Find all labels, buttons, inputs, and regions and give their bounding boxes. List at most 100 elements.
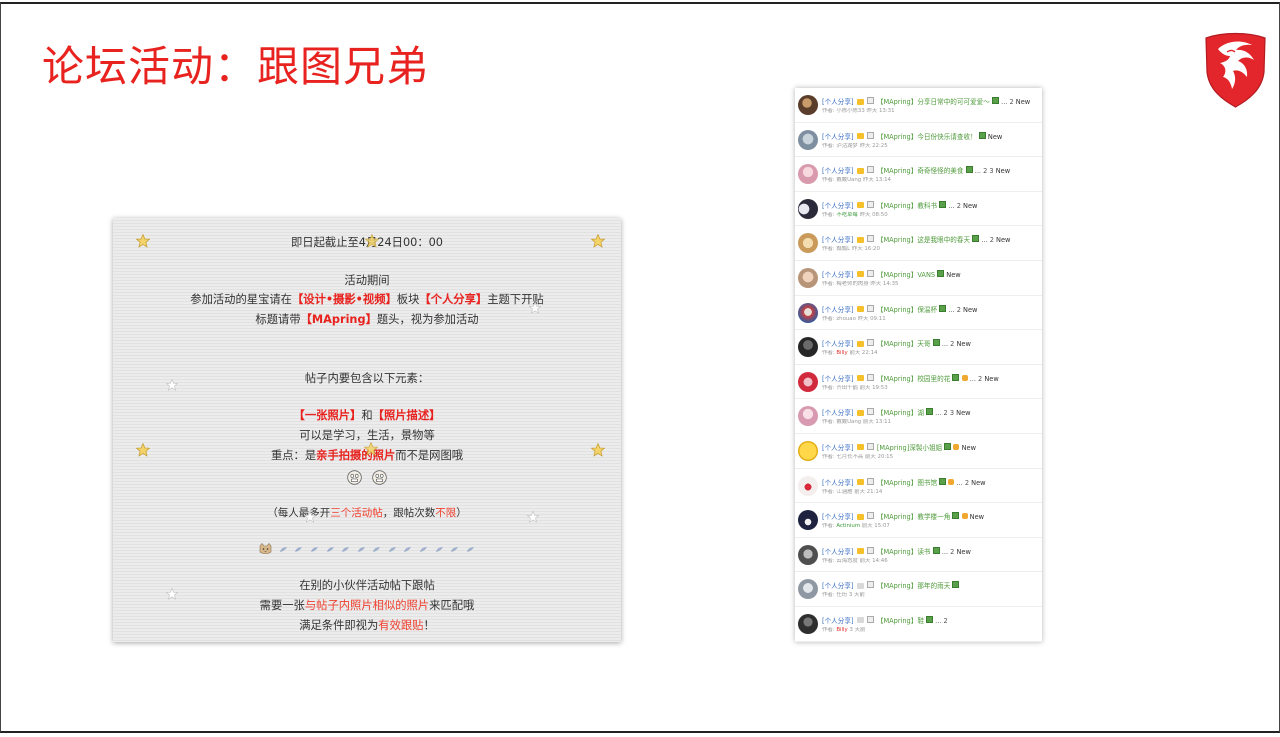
page-links[interactable]: ... 2 [948,202,961,210]
author-link[interactable]: 泸沽湖梦 [836,143,858,149]
author-link[interactable]: 不吃草莓 [836,212,858,218]
thread-category-link[interactable]: [个人分享] [822,582,854,590]
author-link[interactable]: 瓢瓢L [836,246,850,252]
avatar[interactable] [798,129,818,150]
page-links[interactable]: ... 2 [981,236,994,244]
author-link[interactable]: 齐田千鹤 [836,385,858,391]
post-limit-text: ，跟帖次数 [382,507,436,519]
thread-title-link[interactable]: 【MApring】校园里的花 [877,375,950,383]
thread-row[interactable]: [个人分享] 【MApring】图书馆 ... 2 New 作者: 江涵雁 前天… [795,469,1042,504]
thread-title-link[interactable]: 【MApring】读书 [877,548,931,556]
author-link[interactable]: zhouao [836,316,856,322]
thread-row[interactable]: [个人分享] 【MApring】分享日常中的可可爱爱～ ... 2 New 作者… [795,88,1042,123]
thread-row[interactable]: [个人分享] 【MApring】校园里的花 ... 2 New 作者: 齐田千鹤… [795,365,1042,400]
avatar[interactable] [798,302,818,323]
avatar[interactable] [798,337,818,358]
thread-row[interactable]: [个人分享] 【MApring】天哥 ... 2 New 作者: Billy 前… [795,330,1042,365]
thread-category-link[interactable]: [个人分享] [822,271,854,279]
author-link[interactable]: Actinium [836,523,860,529]
author-link[interactable]: 小陈小陈33 [836,108,864,114]
thread-title-link[interactable]: 【MApring】这是我眼中的春天 [877,236,970,244]
page-links[interactable]: ... 2 [948,306,961,314]
avatar[interactable] [798,164,818,185]
thread-row[interactable]: [个人分享] 【MApring】VANS New 作者: 梅老师的肉身 昨天 1… [795,261,1042,296]
author-link[interactable]: 梅老师的肉身 [836,281,868,287]
thread-category-link[interactable]: [个人分享] [822,375,854,383]
cat-icon [259,543,272,555]
avatar[interactable] [798,371,818,392]
page-links[interactable]: ... 2 [1001,98,1014,106]
thread-category-link[interactable]: [个人分享] [822,548,854,556]
thread-category-link[interactable]: [个人分享] [822,340,854,348]
thread-category-link[interactable]: [个人分享] [822,133,854,141]
thread-title-link[interactable]: 【MApring】保温杯 [877,306,937,314]
avatar[interactable] [798,267,818,288]
thread-title-link[interactable]: 【MApring】分享日常中的可可爱爱～ [877,98,990,106]
thread-category-link[interactable]: [个人分享] [822,444,854,452]
author-prefix: 作者: [822,626,835,633]
thread-title-link[interactable]: 【MApring】湖 [877,409,924,417]
author-link[interactable]: Billy [836,627,847,633]
avatar[interactable] [798,95,818,115]
thread-title-link[interactable]: 【MApring】教科书 [877,202,937,210]
avatar[interactable] [798,579,818,600]
author-link[interactable]: 任珩 [836,592,847,598]
thread-title-link[interactable]: 【MApring】鞋 [877,617,924,625]
page-links[interactable]: ... 2 3 [975,167,994,175]
thread-row[interactable]: [个人分享] 【MApring】教学楼一角 New 作者: Actinium 前… [795,503,1042,538]
thread-title-link[interactable]: 【MApring】今日份快乐请查收！ [877,133,977,141]
avatar[interactable] [798,510,818,531]
author-link[interactable]: 江涵雁 [836,489,852,495]
thread-row[interactable]: [个人分享] 【MApring】读书 ... 2 New 作者: 云海悠度 前天… [795,538,1042,573]
thread-category-link[interactable]: [个人分享] [822,513,854,521]
author-link[interactable]: 云海悠度 [836,558,858,564]
thread-title-link[interactable]: 【MApring】教学楼一角 [877,513,950,521]
thread-category-link[interactable]: [个人分享] [822,202,854,210]
author-link[interactable]: 戴戴Uang [836,419,861,425]
thread-row[interactable]: [个人分享] 【MApring】湖 ... 2 3 New 作者: 戴戴Uang… [795,399,1042,434]
author-prefix: 作者: [822,419,835,426]
author-link[interactable]: 戴戴Uang [836,177,861,183]
page-links[interactable]: ... 2 [970,375,983,383]
thread-category-link[interactable]: [个人分享] [822,306,854,314]
image-attachment-icon [952,512,960,520]
avatar[interactable] [798,233,818,254]
thread-category-link[interactable]: [个人分享] [822,617,854,625]
thread-row[interactable]: [个人分享] 【MApring】鞋 ... 2 作者: Billy 3 天前 [795,607,1042,642]
thread-category-link[interactable]: [个人分享] [822,479,854,487]
avatar[interactable] [798,613,818,634]
thread-category-link[interactable]: [个人分享] [822,98,854,106]
valid-reply-highlight: 有效跟贴 [378,619,424,632]
page-links[interactable]: ... 2 [935,617,948,625]
page-links[interactable]: ... 2 [942,548,955,556]
author-prefix: 作者: [822,315,835,322]
thread-title-link[interactable]: 【MApring】VANS [877,271,935,279]
thread-meta-line: 作者: 戴戴Uang 前天 13:11 [822,419,1040,426]
avatar[interactable] [798,440,818,461]
thread-row[interactable]: [个人分享] 【MApring】今日份快乐请查收！ New 作者: 泸沽湖梦 昨… [795,123,1042,158]
author-link[interactable]: Billy [836,350,847,356]
thread-category-link[interactable]: [个人分享] [822,236,854,244]
thread-category-link[interactable]: [个人分享] [822,167,854,175]
author-link[interactable]: 七月长不高 [836,454,863,460]
thread-title-link[interactable]: 【MApring】天哥 [877,340,931,348]
page-links[interactable]: ... 2 [942,340,955,348]
avatar[interactable] [798,544,818,565]
thread-category-link[interactable]: [个人分享] [822,409,854,417]
thread-row[interactable]: [个人分享] 【MApring】这是我眼中的春天 ... 2 New 作者: 瓢… [795,226,1042,261]
thread-row[interactable]: [个人分享] [MApring]深製小姐姐 New 作者: 七月长不高 前天 2… [795,434,1042,469]
page-links[interactable]: ... 2 [956,479,969,487]
page-links[interactable]: ... 2 3 [935,409,954,417]
thread-title-link[interactable]: 【MApring】那年的雨天 [877,582,950,590]
thread-row[interactable]: [个人分享] 【MApring】保温杯 ... 2 New 作者: zhouao… [795,296,1042,331]
thread-row[interactable]: [个人分享] 【MApring】奇奇怪怪的美食 ... 2 3 New 作者: … [795,157,1042,192]
thread-row[interactable]: [个人分享] 【MApring】教科书 ... 2 New 作者: 不吃草莓 昨… [795,192,1042,227]
thread-row[interactable]: [个人分享] 【MApring】那年的雨天 作者: 任珩 3 天前 [795,572,1042,607]
avatar[interactable] [798,406,818,427]
folder-new-icon [856,133,864,140]
thread-title-link[interactable]: 【MApring】图书馆 [877,479,937,487]
avatar[interactable] [798,198,818,219]
thread-title-link[interactable]: 【MApring】奇奇怪怪的美食 [877,167,964,175]
avatar[interactable] [798,475,818,496]
thread-title-link[interactable]: [MApring]深製小姐姐 [877,444,942,452]
